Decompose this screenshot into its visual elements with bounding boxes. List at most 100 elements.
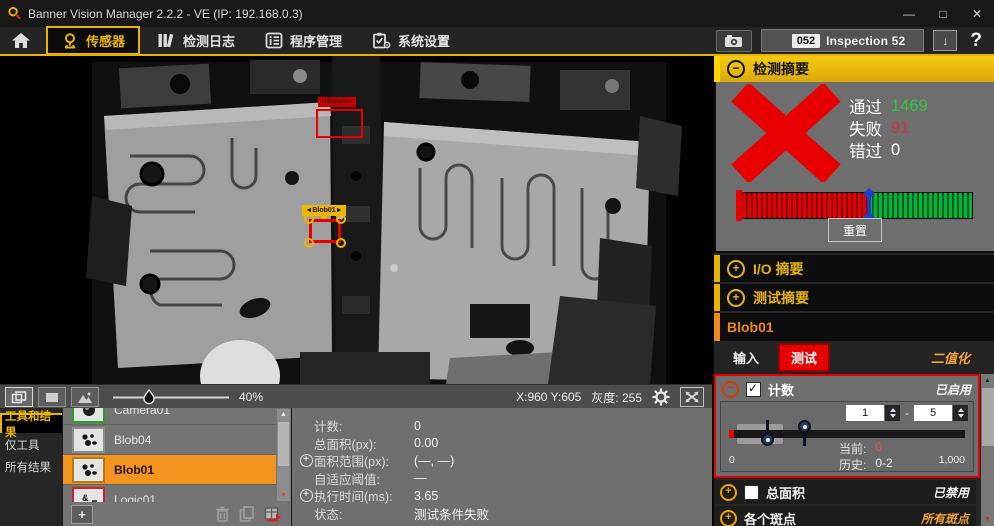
scroll-up-icon[interactable]: ▲ [981,375,994,386]
count-min-stepper[interactable]: 1 [846,405,900,421]
individual-blobs-filter[interactable]: 所有斑点 [921,510,969,526]
camera-tool-icon [72,408,105,423]
camera-image [0,56,712,384]
scroll-down-icon[interactable]: ▼ [277,490,290,501]
image-view-button[interactable] [71,387,99,407]
plain-view-button[interactable] [38,387,66,407]
tool-row-blob04[interactable]: Blob04 [63,425,276,455]
overlay-view-button[interactable] [5,387,33,407]
copy-tool-icon[interactable] [239,506,255,522]
tool-name: Blob01 [114,463,154,477]
zoom-slider[interactable] [111,388,231,406]
test-panel-scrollbar[interactable]: ▲ ▼ [981,374,994,526]
history-label: 历史: [839,456,866,473]
camera-image-viewport[interactable]: ◄Blob04► ◄Blob01► [0,56,712,384]
roi-rotate-handle[interactable] [304,238,314,248]
roi-rect-blob04[interactable] [316,109,363,138]
expand-plus-icon[interactable]: + [300,454,313,467]
scroll-down-icon[interactable]: ▼ [981,514,994,525]
tab-test[interactable]: 测试 [778,343,830,372]
result-label: 自适应阈值: [314,469,414,488]
inspection-summary-header[interactable]: − 检测摘要 [714,56,994,82]
tool-row-camera01[interactable]: Camera01 [63,408,276,425]
tab-sensor[interactable]: 传感器 [46,26,140,55]
tab-settings-label: 系统设置 [398,31,450,50]
roi-label-blob04[interactable]: ◄Blob04► [318,97,356,107]
scrollbar-thumb[interactable] [982,388,994,446]
blob-tabs-row: 输入 测试 二值化 [714,341,994,374]
scroll-up-icon[interactable]: ▲ [277,409,290,420]
close-icon[interactable]: ✕ [960,0,994,27]
app-logo-icon [7,6,22,21]
roi-rotate-handle[interactable] [336,214,346,224]
expand-plus-icon[interactable]: + [727,260,745,278]
gear-icon[interactable] [652,388,670,406]
minimize-icon[interactable]: — [892,0,926,27]
blob-tool-icon [72,457,105,483]
result-label: 状态: [314,504,414,523]
count-max-value[interactable]: 5 [914,405,952,421]
pass-bar-segment [869,193,972,218]
sensor-magnifier-icon [61,32,79,50]
result-row: + 面积范围(px): (—, —) [298,452,712,470]
result-label: 总面积(px): [314,434,414,453]
roi-rect-blob01[interactable] [309,219,341,243]
count-min-value[interactable]: 1 [846,405,884,421]
reset-button[interactable]: 重置 [828,218,882,242]
tool-row-blob01[interactable]: Blob01 [63,455,276,485]
total-area-checkbox[interactable] [744,485,759,500]
fullscreen-button[interactable] [680,387,704,407]
tool-list-toolbar: + [63,502,291,526]
expand-plus-icon[interactable]: + [300,489,313,502]
count-checkbox[interactable] [746,382,761,397]
scrollbar-thumb[interactable] [278,422,289,466]
total-area-header[interactable]: + 总面积 已禁用 [714,480,976,504]
stepper-arrows-icon[interactable] [953,405,968,421]
help-button[interactable]: ? [966,30,986,52]
inspection-load-button[interactable]: ↓ [933,30,957,51]
tab-tools-and-results[interactable]: 工具和结果 [0,413,62,433]
blob-tool-icon [72,427,105,453]
tab-program-manage[interactable]: 程序管理 [252,28,355,53]
delete-tool-icon[interactable] [215,506,230,522]
maximize-icon[interactable]: □ [926,0,960,27]
pass-count: 1469 [891,97,928,116]
expand-plus-icon[interactable]: + [720,484,737,501]
tab-input[interactable]: 输入 [722,345,770,370]
tool-list: Camera01 Blob04 Blob01 [62,408,291,526]
snapshot-button[interactable] [716,30,752,52]
stepper-arrows-icon[interactable] [885,405,900,421]
roi-rotate-handle[interactable] [336,238,346,248]
tool-name: Camera01 [114,408,170,417]
count-max-stepper[interactable]: 5 [914,405,968,421]
expand-plus-icon[interactable]: + [727,289,745,307]
expand-plus-icon[interactable]: + [720,510,737,526]
slider-max-thumb[interactable] [798,420,811,450]
tab-system-settings[interactable]: 系统设置 [359,28,463,53]
inspection-summary-body: 通过 1469 失败 91 错过 0 重置 [714,82,994,253]
inspection-selector[interactable]: 052 Inspection 52 [761,29,925,52]
current-label: 当前: [839,440,866,457]
miss-count: 0 [891,141,900,160]
collapse-minus-icon[interactable]: − [722,381,739,398]
delete-all-icon[interactable] [264,506,281,522]
result-row: 计数: 0 [298,417,712,435]
rectangle-icon [45,392,59,403]
roi-rotate-handle[interactable] [304,214,314,224]
test-summary-header[interactable]: + 测试摘要 [714,284,994,311]
home-button[interactable] [0,28,42,54]
add-tool-button[interactable]: + [71,505,93,524]
selected-tool-header[interactable]: Blob01 [714,313,994,341]
app-window: Banner Vision Manager 2.2.2 - VE (IP: 19… [0,0,994,526]
tool-list-scrollbar[interactable]: ▲ ▼ [277,409,290,501]
tab-inspection-logs[interactable]: 检测日志 [144,28,248,53]
zoom-slider-thumb[interactable] [144,390,154,404]
tool-row-logic01[interactable]: & Logic01 [63,485,276,502]
tab-all-results[interactable]: 所有结果 [0,457,62,477]
count-section: − 计数 已启用 1 - 5 [714,374,980,478]
io-summary-header[interactable]: + I/O 摘要 [714,255,994,282]
individual-blobs-header[interactable]: + 各个斑点 所有斑点 [714,506,976,526]
slider-min-thumb[interactable] [761,420,774,450]
result-row: 状态: 测试条件失败 [298,505,712,523]
collapse-minus-icon[interactable]: − [727,60,745,78]
